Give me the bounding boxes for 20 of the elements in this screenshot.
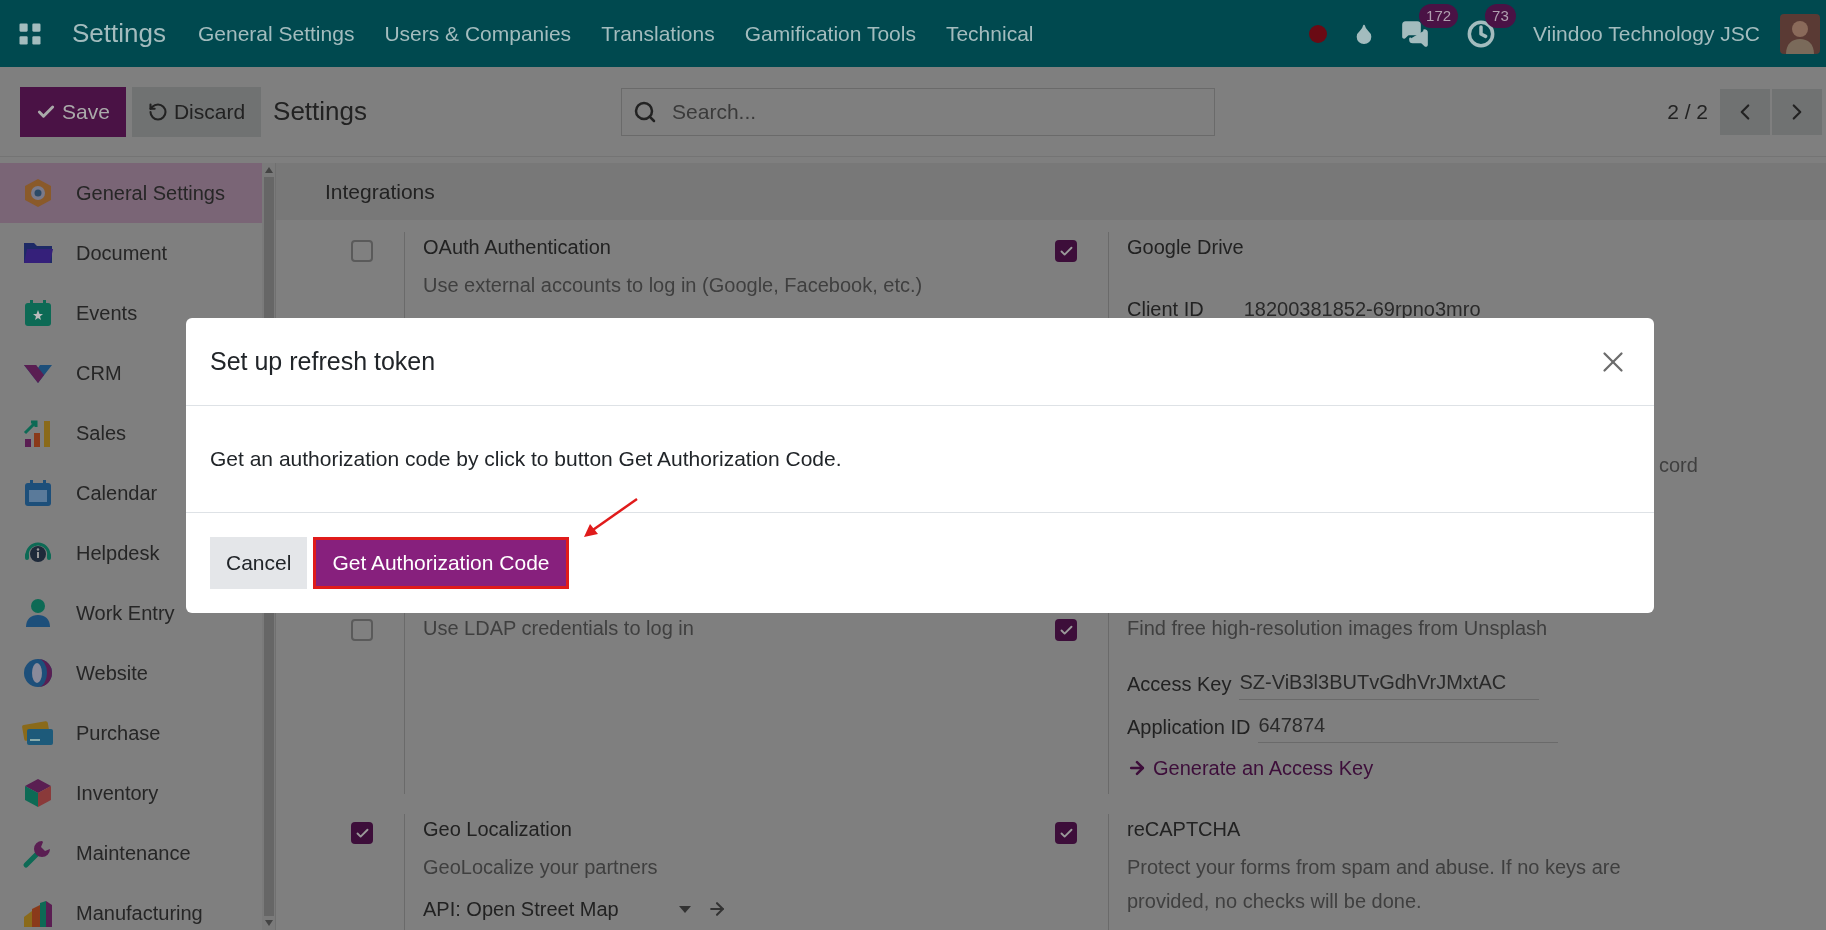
field-label: Client ID [1127, 297, 1204, 322]
setting-description: Use external accounts to log in (Google, Facebook, etc.) [423, 273, 923, 298]
field-label: Application ID [1127, 714, 1251, 740]
setting-description: Find free high-resolution images from Unsplash [1127, 616, 1549, 641]
setting-title: Google Drive [1127, 235, 1245, 260]
field-label: Access Key [1127, 671, 1232, 697]
setting-description: GeoLocalize your partners [423, 855, 659, 880]
count-badge: 172 [1419, 3, 1459, 28]
setting-title: OAuth Authentication [423, 235, 612, 260]
count-badge: 73 [1485, 3, 1516, 28]
setting-title: Geo Localization [423, 817, 573, 842]
setting-text: cord [1659, 453, 1698, 478]
section-header: Integrations [276, 163, 1826, 220]
dialog-title: Set up refresh token [210, 345, 436, 377]
setting-title: reCAPTCHA [1127, 817, 1242, 842]
dialog-message: Get an authorization code by click to button Get Authorization Code. [210, 446, 842, 473]
setting-description: Protect your forms from spam and abuse. If no keys are provided, no checks will be done. [1127, 855, 1622, 914]
breadcrumb: Settings [273, 95, 368, 128]
pager-value: 2 / 2 [1667, 98, 1708, 125]
setting-description: Use LDAP credentials to log in [423, 616, 694, 641]
